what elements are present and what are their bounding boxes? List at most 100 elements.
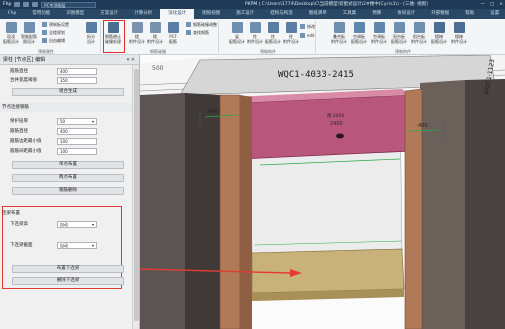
ac-board-icon [353, 22, 365, 33]
tab-1[interactable]: 常用功能 [24, 9, 58, 19]
3d-viewport[interactable]: 500 WQC1-4033-2415 图 2400 2400 400 400 W… [140, 55, 505, 329]
tab-8[interactable]: 结构与构造 [262, 9, 301, 19]
tab-2[interactable]: 识图模型 [58, 9, 92, 19]
beam-section-select[interactable]: 自动 [57, 242, 97, 249]
ribbon-button-label: 柱 附件设计 [247, 34, 263, 44]
beam-height-select[interactable]: 自动 [57, 221, 97, 228]
generate-button[interactable]: 组合生成 [12, 88, 124, 96]
tab-12[interactable]: 协同设计 [389, 9, 423, 19]
ribbon-button-7[interactable]: 梁 配筋设计 [228, 22, 246, 44]
ribbon-button-15[interactable]: 阳台板 附件设计 [410, 22, 428, 44]
ribbon-small-1[interactable]: 预制板设置 [42, 22, 69, 27]
ribbon-button-label: 楼 附件设计 [129, 34, 145, 44]
ribbon-button-2[interactable]: 拆分 设计 [82, 22, 100, 44]
tab-13[interactable]: 外部数据 [423, 9, 457, 19]
ribbon-small-2[interactable]: 全楼规划 [42, 30, 65, 35]
field-label: 箍筋直径 [10, 69, 28, 74]
ribbon-button-14[interactable]: 阳台板 配筋设计 [390, 22, 408, 44]
number-input[interactable]: 100 [57, 138, 97, 145]
ribbon-button-13[interactable]: 空调板 附件设计 [370, 22, 388, 44]
layer-combo[interactable]: PC专项图层 [41, 1, 97, 8]
ac-parts-icon [373, 22, 385, 33]
ribbon-button-0[interactable]: 现浇 配筋设计 [2, 22, 20, 44]
tab-15[interactable]: 设置 [482, 9, 505, 19]
cover-select[interactable]: 50 [57, 118, 97, 125]
tab-14[interactable]: 帮助 [457, 9, 482, 19]
ribbon-button-4[interactable]: 楼 附件设计 [128, 22, 146, 44]
tab-5[interactable]: 深化设计 [160, 9, 195, 19]
ribbon-button-17[interactable]: 楼梯 附件设计 [450, 22, 468, 44]
tab-6[interactable]: 图纸视图 [194, 9, 228, 19]
ribbon-small-6[interactable]: 修改 [300, 24, 315, 29]
tab-3[interactable]: 方案设计 [92, 9, 126, 19]
ribbon-button-12[interactable]: 空调板 配筋设计 [350, 22, 368, 44]
app-menu-button[interactable]: Fhp [3, 0, 11, 9]
scroll-thumb[interactable] [134, 69, 139, 321]
tab-7[interactable]: 施工设计 [228, 9, 262, 19]
single-point-button[interactable]: 单点布置 [12, 161, 124, 169]
maximize-button[interactable]: □ [490, 0, 494, 9]
tab-10[interactable]: 工具集 [335, 9, 365, 19]
ribbon-small-3[interactable]: 自由编辑 [42, 38, 65, 43]
section-header-beam[interactable]: 连梁布置 [0, 209, 132, 218]
save-icon[interactable] [14, 2, 21, 7]
ribbon-button-3[interactable]: 钢筋避让 碰撞处理 [104, 22, 122, 44]
panel-title: 梁柱 [节点区] 编辑 [3, 57, 46, 63]
divider [315, 21, 316, 53]
row-bot-1: 下连梁高 自动 [0, 220, 132, 229]
ribbon-button-5[interactable]: 楼 附件设计 [146, 22, 164, 44]
row-top-2: 合并宽度阈值 350 [0, 76, 132, 85]
ribbon-small-4[interactable]: 钢筋碰撞调整 [186, 22, 217, 27]
ribbon-button-10[interactable]: 柱 附件设计 [282, 22, 300, 44]
number-input[interactable]: 100 [57, 148, 97, 155]
row-mid-4: 箍筋间距最小值 100 [0, 147, 132, 156]
beam-icon [231, 22, 243, 33]
two-point-button[interactable]: 两点布置 [12, 174, 124, 182]
left-column-side [240, 95, 252, 329]
lower-beam [251, 248, 405, 294]
redo-icon[interactable] [32, 2, 39, 7]
ribbon-button-label: PCF 配筋 [169, 34, 177, 44]
ribbon-small-7[interactable]: edit [300, 33, 315, 38]
delete-lower-beam-button[interactable]: 删除下连梁 [12, 277, 124, 285]
undo-icon[interactable] [23, 2, 30, 7]
slab-parts-icon [333, 22, 345, 33]
number-input[interactable]: 400 [57, 128, 97, 135]
right-wall [420, 80, 465, 329]
tab-0[interactable]: Fhp [0, 9, 24, 19]
ribbon-button-8[interactable]: 柱 附件设计 [246, 22, 264, 44]
ribbon: 预制板设置 全楼规划 自由编辑 钢筋碰撞调整 查找钢筋 修改 edit 预制属性… [0, 19, 505, 55]
ribbon-button-1[interactable]: 智能配筋 图设计 [20, 22, 38, 44]
dim-label-small: 500 [152, 65, 164, 72]
ribbon-button-6[interactable]: PCF 配筋 [164, 22, 182, 44]
row-mid-1: 保护层厚 50 [0, 117, 132, 126]
column-parts-icon [285, 22, 297, 33]
number-input[interactable]: 350 [57, 77, 97, 84]
edit-icon [42, 38, 47, 43]
tab-4[interactable]: 计算分析 [126, 9, 160, 19]
panel-scrollbar[interactable] [132, 65, 139, 329]
ribbon-button-16[interactable]: 楼梯 配筋设计 [430, 22, 448, 44]
ribbon-button-label: 叠合板 附件设计 [331, 34, 347, 44]
place-lower-beam-button[interactable]: 布置下连梁 [12, 265, 124, 273]
ribbon-small-5[interactable]: 查找钢筋 [186, 30, 209, 35]
field-label: 下连梁截面 [10, 243, 33, 248]
split-design-icon [85, 22, 97, 33]
beam-hole [336, 133, 344, 139]
tab-11[interactable]: 预算 [364, 9, 389, 19]
balcony-parts-icon [413, 22, 425, 33]
minimize-button[interactable]: — [480, 0, 485, 9]
gear-icon [42, 22, 47, 27]
panel-code-label: WQC1-4033-2415 [278, 70, 354, 80]
ribbon-button-9[interactable]: 柱 配筋设计 [264, 22, 282, 44]
section-header-joint[interactable]: 节点连接钢筋 [0, 103, 132, 112]
pin-close-icon[interactable]: ▾ ✕ [127, 55, 135, 65]
close-button[interactable]: × [499, 0, 503, 9]
delete-rebar-button[interactable]: 钢筋删除 [12, 187, 124, 195]
pcf-icon [167, 22, 179, 33]
number-input[interactable]: 400 [57, 68, 97, 75]
tab-9[interactable]: 图纸清单 [301, 9, 335, 19]
column-icon [249, 22, 261, 33]
find-icon [186, 30, 191, 35]
ribbon-button-11[interactable]: 叠合板 附件设计 [330, 22, 348, 44]
